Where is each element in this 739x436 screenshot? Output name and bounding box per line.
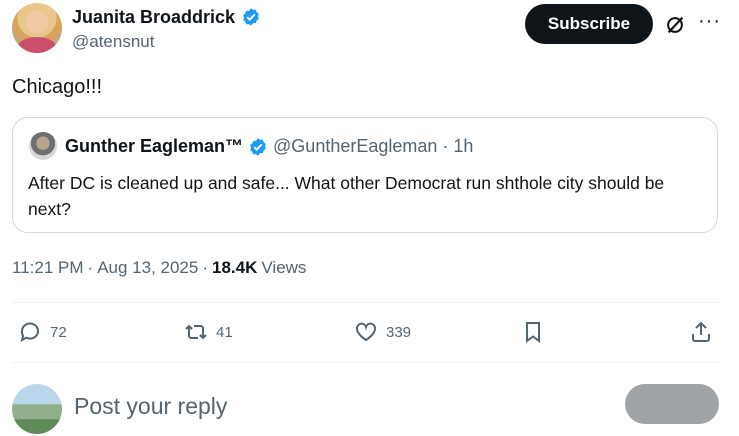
more-icon[interactable]: ···: [698, 11, 720, 34]
author-name-row: Juanita Broaddrick: [72, 6, 261, 28]
quoted-name: Gunther Eagleman™: [65, 136, 244, 156]
repost-icon: [185, 324, 207, 340]
views-count: 18.4K: [212, 258, 258, 277]
reply-count: 72: [50, 323, 67, 341]
meta-separator: ·: [202, 258, 209, 277]
reply-icon: [20, 322, 39, 343]
user-avatar[interactable]: [12, 384, 62, 434]
tweet-date[interactable]: Aug 13, 2025: [97, 258, 198, 278]
reply-button[interactable]: 72: [18, 318, 67, 346]
reply-submit-button[interactable]: [625, 384, 719, 424]
author-name[interactable]: Juanita Broaddrick: [72, 7, 235, 28]
share-icon: [692, 321, 710, 342]
quoted-time: 1h: [453, 136, 474, 156]
tweet-text: Chicago!!!: [12, 76, 103, 98]
bookmark-icon: [526, 322, 540, 343]
repost-button[interactable]: 41: [184, 318, 233, 346]
grok-icon[interactable]: [664, 14, 686, 36]
repost-count: 41: [216, 323, 233, 341]
divider: [12, 302, 718, 303]
reply-input[interactable]: Post your reply: [74, 393, 227, 420]
quoted-separator: ·: [442, 136, 449, 156]
subscribe-button[interactable]: Subscribe: [525, 4, 653, 44]
tweet-time[interactable]: 11:21 PM: [12, 258, 84, 278]
quoted-tweet[interactable]: Gunther Eagleman™ @GuntherEagleman · 1h …: [12, 117, 718, 233]
meta-separator: ·: [87, 258, 94, 277]
like-icon: [356, 322, 376, 342]
author-avatar[interactable]: [12, 3, 62, 53]
quoted-text: After DC is cleaned up and safe... What …: [28, 173, 665, 219]
quoted-avatar[interactable]: [29, 132, 57, 160]
bookmark-button[interactable]: [521, 318, 545, 346]
verified-badge-icon: [243, 8, 259, 26]
quoted-handle: @GuntherEagleman: [273, 136, 438, 156]
author-handle[interactable]: @atensnut: [72, 32, 154, 52]
like-count: 339: [386, 323, 412, 341]
like-button[interactable]: 339: [354, 318, 411, 346]
verified-badge-icon: [250, 137, 266, 156]
tweet-meta: 11:21 PM · Aug 13, 2025 · 18.4K Views: [12, 258, 306, 278]
share-button[interactable]: [689, 318, 713, 346]
views-label: Views: [261, 258, 307, 277]
quoted-header: Gunther Eagleman™ @GuntherEagleman · 1h: [65, 136, 473, 157]
divider: [12, 362, 718, 363]
